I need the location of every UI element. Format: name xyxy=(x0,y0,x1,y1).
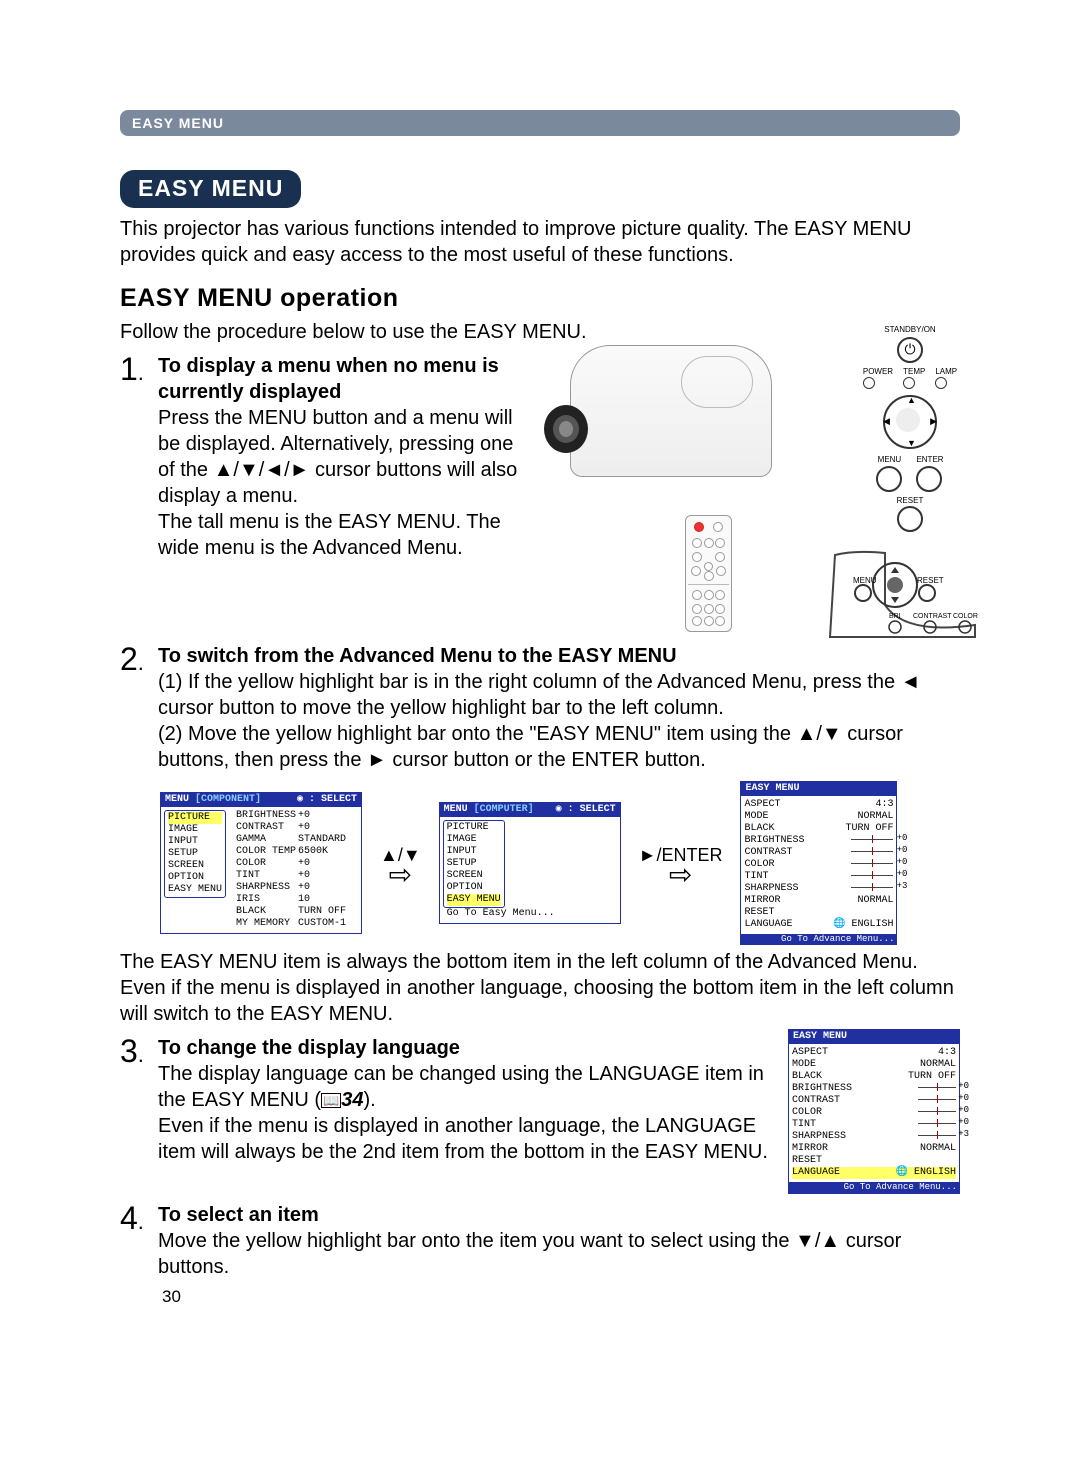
remote-control-icon xyxy=(685,515,732,632)
panel2-reset-label: RESET xyxy=(917,576,944,585)
arrows-updown-icon: ▲/▼ ⇨ xyxy=(380,844,421,881)
control-panel-1: STANDBY/ON ⏻ POWER TEMP LAMP ▲ ▼ ◀ ▶ MEN… xyxy=(845,325,975,533)
enter-dial-icon: ▲ ▼ ◀ ▶ xyxy=(883,395,937,449)
step-number: 1. xyxy=(120,353,158,635)
intro-text: This projector has various functions int… xyxy=(120,216,960,268)
step-number: 4. xyxy=(120,1202,158,1280)
step-number: 2. xyxy=(120,643,158,773)
advanced-menu-screenshot-2: MENU [COMPUTER] ◉ : SELECT PICTUREIMAGEI… xyxy=(439,802,621,924)
arrows-enter-icon: ►/ENTER ⇨ xyxy=(639,844,723,881)
step3-title: To change the display language xyxy=(158,1035,774,1061)
svg-text:CONTRAST: CONTRAST xyxy=(913,613,952,620)
step2-title: To switch from the Advanced Menu to the … xyxy=(158,643,960,669)
after-diagram-text: The EASY MENU item is always the bottom … xyxy=(120,949,960,1027)
projector-lens-icon xyxy=(536,401,591,456)
step1-p1: Press the MENU button and a menu will be… xyxy=(158,405,530,509)
document-page: EASY MENU EASY MENU This projector has v… xyxy=(0,0,1080,1348)
page-number: 30 xyxy=(162,1286,960,1308)
panel2-menu-label: MENU xyxy=(853,576,877,585)
step4-p: Move the yellow highlight bar onto the i… xyxy=(158,1228,960,1280)
step2-li2: (2) Move the yellow highlight bar onto t… xyxy=(158,721,960,773)
step3-p2: Even if the menu is displayed in another… xyxy=(158,1113,774,1165)
easy-menu-screenshot-small: EASY MENU ASPECT4:3MODENORMALBLACKTURN O… xyxy=(788,1029,960,1194)
book-icon: 📖 xyxy=(321,1093,341,1108)
step1-title: To display a menu when no menu is curren… xyxy=(158,353,530,405)
advanced-menu-screenshot-1: MENU [COMPONENT] ◉ : SELECT PICTUREIMAGE… xyxy=(160,792,362,934)
step4-title: To select an item xyxy=(158,1202,960,1228)
section-heading: EASY MENU operation xyxy=(120,282,960,315)
step-number: 3. xyxy=(120,1035,158,1165)
step1-p2: The tall menu is the EASY MENU. The wide… xyxy=(158,509,530,561)
header-bar: EASY MENU xyxy=(120,110,960,136)
title-pill: EASY MENU xyxy=(120,170,301,208)
easy-menu-screenshot: EASY MENU ASPECT4:3MODENORMALBLACKTURN O… xyxy=(740,781,897,946)
projector-illustration: STANDBY/ON ⏻ POWER TEMP LAMP ▲ ▼ ◀ ▶ MEN… xyxy=(530,345,960,635)
menu-flow-diagram: MENU [COMPONENT] ◉ : SELECT PICTUREIMAGE… xyxy=(160,781,960,946)
follow-text: Follow the procedure below to use the EA… xyxy=(120,319,960,345)
step2-li1: (1) If the yellow highlight bar is in th… xyxy=(158,669,960,721)
step3-p1: The display language can be changed usin… xyxy=(158,1061,774,1113)
control-panel-2: MENU RESET BRI CONTRAST COLOR xyxy=(825,545,985,640)
svg-text:COLOR: COLOR xyxy=(953,613,978,620)
svg-text:BRI: BRI xyxy=(889,613,901,620)
